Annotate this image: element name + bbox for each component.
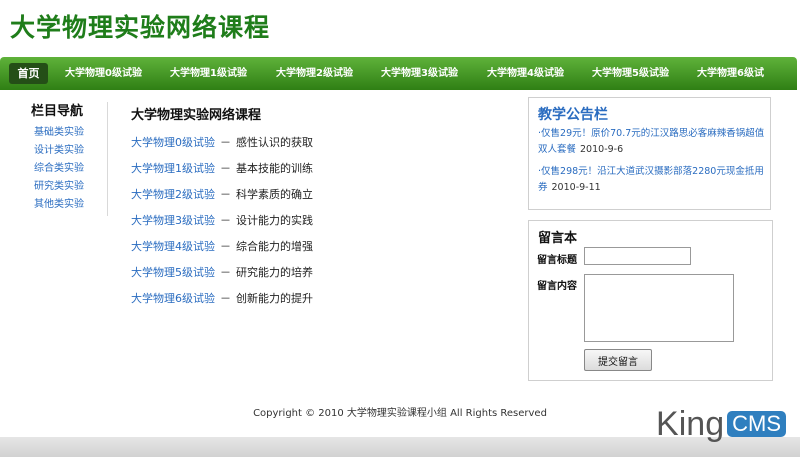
course-desc: 感性认识的获取 <box>236 136 313 149</box>
course-item: 大学物理3级试验 － 设计能力的实践 <box>131 208 313 234</box>
course-desc: 研究能力的培养 <box>236 266 313 279</box>
nav-item-level-4[interactable]: 大学物理4级试验 <box>487 57 564 90</box>
course-dash: － <box>220 136 231 149</box>
course-item: 大学物理0级试验 － 感性认识的获取 <box>131 130 313 156</box>
course-item: 大学物理4级试验 － 综合能力的增强 <box>131 234 313 260</box>
course-item: 大学物理5级试验 － 研究能力的培养 <box>131 260 313 286</box>
notice-board-title: 教学公告栏 <box>538 107 608 123</box>
notice-board: 教学公告栏 ·仅售29元！原价70.7元的江汉路思必客麻辣香锅超值双人套餐 201… <box>528 97 771 210</box>
course-link-level-1[interactable]: 大学物理1级试验 <box>131 162 215 175</box>
sidebar-item-comprehensive[interactable]: 综合类实验 <box>34 160 84 178</box>
course-link-level-2[interactable]: 大学物理2级试验 <box>131 188 215 201</box>
nav-item-level-5[interactable]: 大学物理5级试验 <box>592 57 669 90</box>
course-desc: 设计能力的实践 <box>236 214 313 227</box>
course-dash: － <box>220 162 231 175</box>
nav-item-level-1[interactable]: 大学物理1级试验 <box>170 57 247 90</box>
notice-item-date: 2010-9-11 <box>551 182 601 193</box>
course-link-level-3[interactable]: 大学物理3级试验 <box>131 214 215 227</box>
course-list: 大学物理0级试验 － 感性认识的获取 大学物理1级试验 － 基本技能的训练 大学物理2级… <box>131 130 313 312</box>
sidebar-item-other[interactable]: 其他类实验 <box>34 196 84 214</box>
course-item: 大学物理2级试验 － 科学素质的确立 <box>131 182 313 208</box>
nav-item-level-2[interactable]: 大学物理2级试验 <box>276 57 353 90</box>
sidebar-item-research[interactable]: 研究类实验 <box>34 178 84 196</box>
course-desc: 创新能力的提升 <box>236 292 313 305</box>
guestbook: 留言本 留言标题 留言内容 提交留言 <box>528 220 773 381</box>
message-content-label: 留言内容 <box>537 281 577 292</box>
main-title: 大学物理实验网络课程 <box>131 108 262 123</box>
sidebar-item-basic[interactable]: 基础类实验 <box>34 124 84 142</box>
site-title: 大学物理实验网络课程 <box>10 13 271 42</box>
course-link-level-5[interactable]: 大学物理5级试验 <box>131 266 215 279</box>
logo-king-text: King <box>656 405 725 443</box>
submit-message-button[interactable]: 提交留言 <box>584 349 652 371</box>
course-dash: － <box>220 214 231 227</box>
notice-item[interactable]: ·仅售298元！沿江大道武汉摄影部落2280元现金抵用券 2010-9-11 <box>538 164 766 196</box>
sidebar-title: 栏目导航 <box>31 104 84 119</box>
course-dash: － <box>220 240 231 253</box>
nav-item-level-6[interactable]: 大学物理6级试 <box>697 57 764 90</box>
message-title-input[interactable] <box>584 247 691 265</box>
sidebar-nav: 基础类实验 设计类实验 综合类实验 研究类实验 其他类实验 <box>34 124 84 214</box>
guestbook-title: 留言本 <box>538 231 578 246</box>
course-desc: 科学素质的确立 <box>236 188 313 201</box>
course-dash: － <box>220 266 231 279</box>
course-dash: － <box>220 292 231 305</box>
main-nav: 首页 大学物理0级试验 大学物理1级试验 大学物理2级试验 大学物理3级试验 大… <box>0 57 797 90</box>
nav-item-home[interactable]: 首页 <box>9 63 48 84</box>
course-desc: 综合能力的增强 <box>236 240 313 253</box>
sidebar-divider <box>107 102 108 216</box>
nav-item-level-3[interactable]: 大学物理3级试验 <box>381 57 458 90</box>
course-item: 大学物理1级试验 － 基本技能的训练 <box>131 156 313 182</box>
course-link-level-4[interactable]: 大学物理4级试验 <box>131 240 215 253</box>
nav-item-level-0[interactable]: 大学物理0级试验 <box>65 57 142 90</box>
course-link-level-6[interactable]: 大学物理6级试验 <box>131 292 215 305</box>
message-content-input[interactable] <box>584 274 734 342</box>
notice-item[interactable]: ·仅售29元！原价70.7元的江汉路思必客麻辣香锅超值双人套餐 2010-9-6 <box>538 126 766 158</box>
course-desc: 基本技能的训练 <box>236 162 313 175</box>
logo-cms-badge: CMS <box>727 411 786 437</box>
notice-item-text[interactable]: ·仅售29元！原价70.7元的江汉路思必客麻辣香锅超值双人套餐 <box>538 128 764 155</box>
course-dash: － <box>220 188 231 201</box>
sidebar-item-design[interactable]: 设计类实验 <box>34 142 84 160</box>
message-title-label: 留言标题 <box>537 255 577 266</box>
kingcms-logo: King CMS <box>656 404 786 444</box>
notice-item-date: 2010-9-6 <box>580 144 624 155</box>
course-link-level-0[interactable]: 大学物理0级试验 <box>131 136 215 149</box>
course-item: 大学物理6级试验 － 创新能力的提升 <box>131 286 313 312</box>
